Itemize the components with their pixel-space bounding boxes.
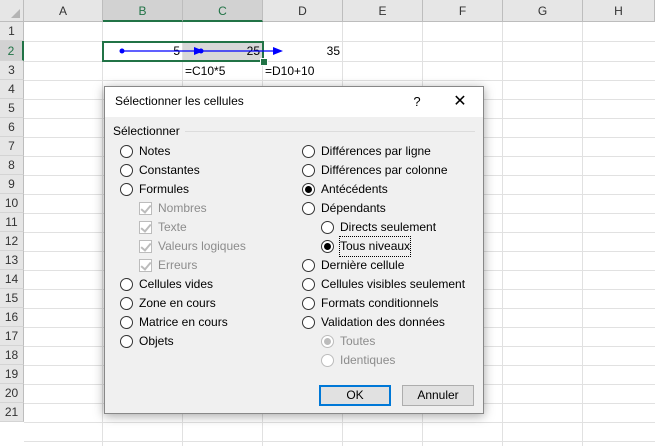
dialog-titlebar[interactable]: Sélectionner les cellules ? ✕	[105, 87, 483, 117]
option-label: Différences par ligne	[321, 144, 431, 158]
close-button[interactable]: ✕	[445, 90, 475, 114]
option-label: Différences par colonne	[321, 163, 448, 177]
option-label: Dépendants	[321, 201, 386, 215]
option-label: Texte	[158, 220, 187, 234]
radio-icon[interactable]	[120, 297, 133, 310]
radio-icon[interactable]	[302, 259, 315, 272]
trace-arrow-head-2	[273, 47, 283, 55]
option-label: Valeurs logiques	[158, 239, 246, 253]
checkbox-icon	[139, 202, 152, 215]
radio-icon[interactable]	[302, 202, 315, 215]
trace-arrow-dot-2	[198, 48, 204, 54]
option-label: Cellules vides	[139, 277, 214, 291]
trace-arrow-dot-1	[119, 48, 125, 54]
radio-icon[interactable]	[302, 297, 315, 310]
radio-icon	[321, 335, 334, 348]
option-label: Dernière cellule	[321, 258, 405, 272]
section-label: Sélectionner	[113, 124, 180, 138]
option-label: Tous niveaux	[338, 236, 412, 257]
option-label: Zone en cours	[139, 296, 216, 310]
radio-icon[interactable]	[302, 164, 315, 177]
option-label: Toutes	[340, 334, 376, 348]
checkbox-icon	[139, 221, 152, 234]
radio-icon[interactable]	[321, 240, 334, 253]
radio-icon[interactable]	[302, 316, 315, 329]
radio-icon[interactable]	[302, 278, 315, 291]
option-label: Constantes	[139, 163, 200, 177]
option-label: Nombres	[158, 201, 207, 215]
option-label: Antécédents	[321, 182, 388, 196]
option-label: Directs seulement	[340, 220, 437, 234]
radio-icon[interactable]	[302, 183, 315, 196]
option-label: Objets	[139, 334, 174, 348]
radio-icon	[321, 354, 334, 367]
option-label: Formats conditionnels	[321, 296, 439, 310]
cancel-button[interactable]: Annuler	[402, 385, 474, 406]
radio-icon[interactable]	[120, 164, 133, 177]
checkbox-icon	[139, 240, 152, 253]
help-button[interactable]: ?	[405, 90, 429, 114]
option-label: Notes	[139, 144, 171, 158]
checkbox-icon	[139, 259, 152, 272]
section-divider	[185, 131, 475, 132]
dialog-title: Sélectionner les cellules	[115, 94, 244, 108]
option-label: Cellules visibles seulement	[321, 277, 466, 291]
option-label: Formules	[139, 182, 190, 196]
option-label: Validation des données	[321, 315, 445, 329]
radio-icon[interactable]	[120, 335, 133, 348]
radio-icon[interactable]	[120, 145, 133, 158]
option-label: Erreurs	[158, 258, 198, 272]
radio-icon[interactable]	[302, 145, 315, 158]
radio-icon[interactable]	[120, 316, 133, 329]
ok-button[interactable]: OK	[319, 385, 391, 406]
radio-icon[interactable]	[120, 278, 133, 291]
radio-icon[interactable]	[120, 183, 133, 196]
radio-icon[interactable]	[321, 221, 334, 234]
option-label: Identiques	[340, 353, 396, 367]
select-cells-dialog[interactable]: Sélectionner les cellules ? ✕ Sélectionn…	[104, 86, 484, 414]
option-label: Matrice en cours	[139, 315, 228, 329]
